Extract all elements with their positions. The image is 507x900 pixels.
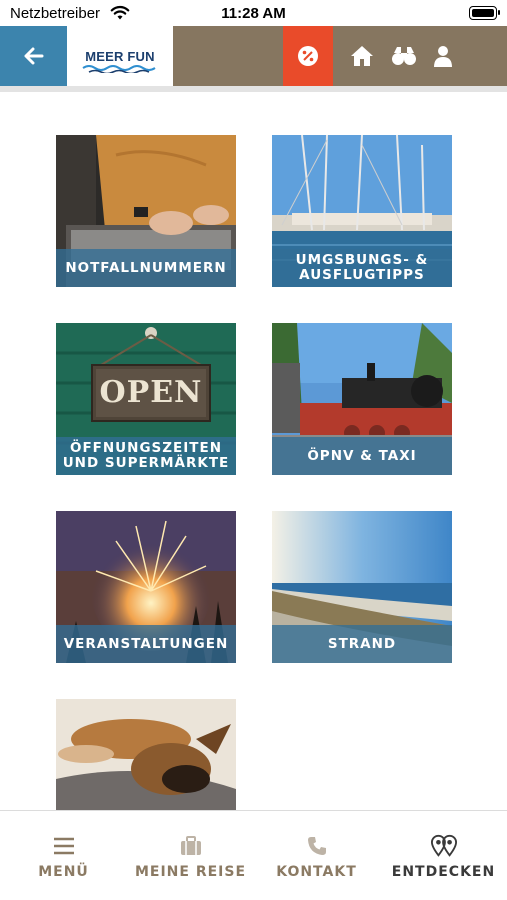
nav-label: MEINE REISE <box>134 864 247 880</box>
logo-waves-icon <box>82 65 156 73</box>
nav-label: ENTDECKEN <box>391 864 496 880</box>
dog-photo <box>56 699 236 810</box>
tile-label-band: UMGSBUNGS- & AUSFLUGTIPPS <box>272 249 452 287</box>
tile-oepnv-taxi[interactable]: ÖPNV & TAXI <box>272 323 452 475</box>
logo-text: MEER FUN <box>85 48 155 64</box>
header-divider <box>0 86 507 92</box>
nav-item-meine-reise[interactable]: MEINE REISE <box>127 811 254 900</box>
status-bar: Netzbetreiber 11:28 AM <box>0 0 507 26</box>
home-icon <box>351 46 373 66</box>
tile-veranstaltungen[interactable]: VERANSTALTUNGEN <box>56 511 236 663</box>
map-pins-icon <box>430 833 457 859</box>
nav-item-menu[interactable]: MENÜ <box>0 811 127 900</box>
binoculars-icon <box>392 47 416 65</box>
phone-icon <box>304 833 330 859</box>
tile-notfallnummern[interactable]: NOTFALLNUMMERN <box>56 135 236 287</box>
tile-ausflugtipps[interactable]: UMGSBUNGS- & AUSFLUGTIPPS <box>272 135 452 287</box>
nav-label: KONTAKT <box>276 864 357 880</box>
hamburger-menu-icon <box>51 833 77 859</box>
explore-button[interactable] <box>390 42 418 70</box>
nav-item-kontakt[interactable]: KONTAKT <box>253 811 380 900</box>
tile-label: ÖFFNUNGSZEITEN UND SUPERMÄRKTE <box>62 440 230 471</box>
tile-label-band: VERANSTALTUNGEN <box>56 625 236 663</box>
clock: 11:28 AM <box>221 5 286 22</box>
tile-label: STRAND <box>327 635 397 652</box>
tile-label-band: STRAND <box>272 625 452 663</box>
tile-label-band: NOTFALLNUMMERN <box>56 249 236 287</box>
offers-button[interactable] <box>283 26 333 86</box>
tile-label: UMGSBUNGS- & AUSFLUGTIPPS <box>295 252 429 283</box>
tile-label: NOTFALLNUMMERN <box>65 259 227 276</box>
open-sign-text: OPEN <box>99 375 203 410</box>
profile-button[interactable] <box>429 42 457 70</box>
tile-pets[interactable] <box>56 699 236 810</box>
nav-item-entdecken[interactable]: ENTDECKEN <box>380 811 507 900</box>
tile-strand[interactable]: STRAND <box>272 511 452 663</box>
tile-oeffnungszeiten[interactable]: OPEN ÖFFNUNGSZEITEN UND SUPERMÄRKTE <box>56 323 236 475</box>
person-icon <box>434 46 452 67</box>
bottom-navigation: MENÜ MEINE REISE KONTAKT ENTDECKEN <box>0 810 507 900</box>
percent-badge-icon <box>298 46 318 66</box>
app-logo: MEER FUN <box>67 26 173 86</box>
tile-label: VERANSTALTUNGEN <box>63 635 229 652</box>
suitcase-icon <box>178 833 204 859</box>
back-arrow-icon <box>24 47 43 65</box>
battery-icon <box>469 6 500 20</box>
nav-label: MENÜ <box>38 864 89 880</box>
tile-label: ÖPNV & TAXI <box>307 447 417 464</box>
tile-label-band: ÖFFNUNGSZEITEN UND SUPERMÄRKTE <box>56 437 236 475</box>
tile-label-band: ÖPNV & TAXI <box>272 437 452 475</box>
app-header: MEER FUN <box>0 26 507 86</box>
back-button[interactable] <box>0 26 67 86</box>
home-button[interactable] <box>348 42 376 70</box>
